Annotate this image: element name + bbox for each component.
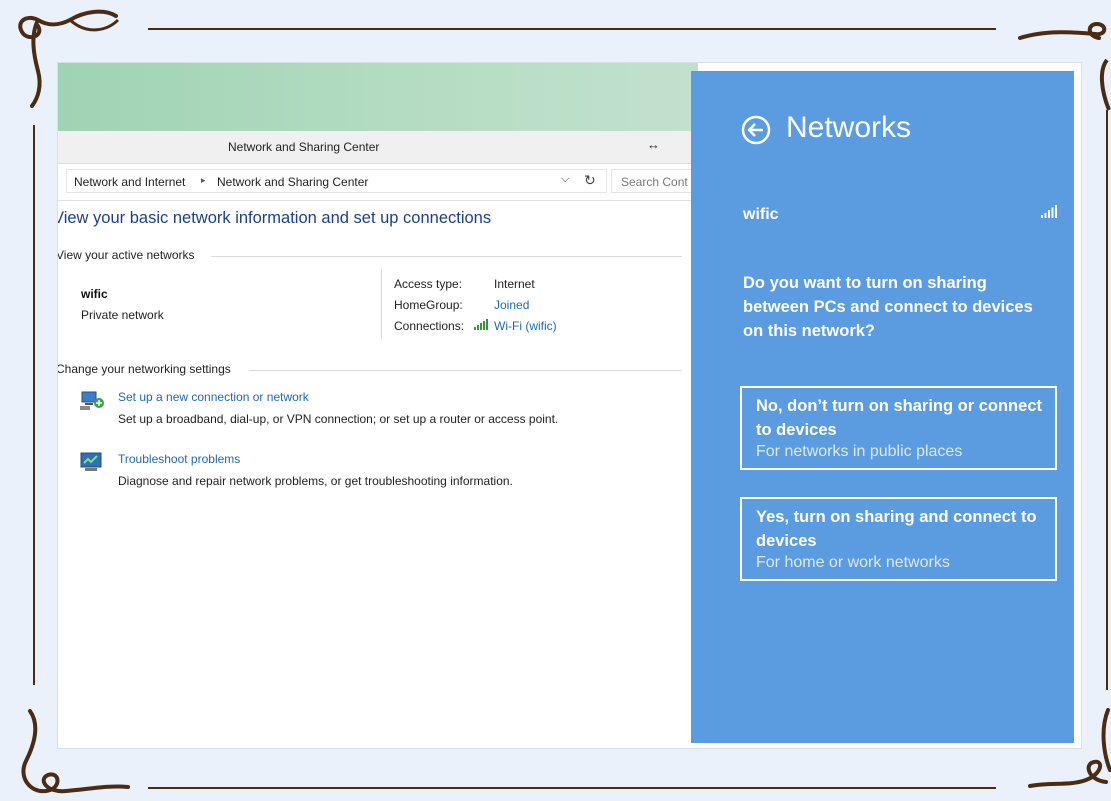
network-setup-icon bbox=[80, 391, 104, 410]
address-toolbar: Network and Internet ▸ Network and Shari… bbox=[58, 164, 701, 201]
active-networks-label: View your active networks bbox=[58, 248, 195, 262]
no-sharing-option-title: No, don’t turn on sharing or connect to … bbox=[756, 397, 1042, 439]
frame-top-line bbox=[148, 28, 996, 30]
sharing-question: Do you want to turn on sharing between P… bbox=[743, 274, 1033, 340]
networks-charm-panel: Networks wific Do you want to turn on sh… bbox=[691, 71, 1074, 743]
no-sharing-option-subtitle: For networks in public places bbox=[756, 443, 963, 460]
wifi-signal-icon bbox=[474, 319, 488, 330]
yes-sharing-option-subtitle: For home or work networks bbox=[756, 554, 950, 571]
frame-bottom-line bbox=[148, 787, 996, 789]
yes-sharing-option[interactable]: Yes, turn on sharing and connect to devi… bbox=[740, 497, 1057, 581]
access-type-label: Access type: bbox=[394, 277, 463, 291]
homegroup-label: HomeGroup: bbox=[394, 298, 463, 312]
access-type-value: Internet bbox=[494, 277, 535, 291]
resize-icon[interactable]: ↔ bbox=[647, 137, 660, 152]
connections-label: Connections: bbox=[394, 319, 465, 333]
desktop-background bbox=[58, 63, 698, 131]
setup-connection-description: Set up a broadband, dial-up, or VPN conn… bbox=[118, 412, 559, 426]
troubleshoot-icon bbox=[80, 452, 102, 471]
search-input[interactable]: Search Cont bbox=[611, 169, 701, 193]
window-titlebar[interactable]: Network and Sharing Center ↔ bbox=[58, 131, 692, 164]
active-networks-divider bbox=[211, 256, 682, 257]
homegroup-link[interactable]: Joined bbox=[494, 298, 529, 312]
signal-strength-icon bbox=[1041, 205, 1057, 218]
setup-connection-link[interactable]: Set up a new connection or network bbox=[118, 390, 309, 404]
refresh-icon[interactable]: ↻ bbox=[584, 172, 596, 189]
no-sharing-option[interactable]: No, don’t turn on sharing or connect to … bbox=[740, 386, 1057, 470]
breadcrumb-network-and-internet[interactable]: Network and Internet bbox=[74, 175, 185, 189]
troubleshoot-link[interactable]: Troubleshoot problems bbox=[118, 452, 240, 466]
chevron-down-icon[interactable]: ⌵ bbox=[561, 173, 569, 186]
charm-title: Networks bbox=[786, 111, 912, 144]
frame-left-line bbox=[33, 125, 35, 685]
connection-link[interactable]: Wi-Fi (wific) bbox=[494, 319, 557, 333]
settings-label: Change your networking settings bbox=[58, 362, 231, 376]
window-title: Network and Sharing Center bbox=[228, 140, 380, 154]
yes-sharing-option-title: Yes, turn on sharing and connect to devi… bbox=[756, 508, 1037, 550]
page-title: View your basic network information and … bbox=[58, 209, 492, 227]
network-ssid: wific bbox=[743, 206, 779, 223]
frame-right-line bbox=[1106, 110, 1108, 690]
network-name: wific bbox=[81, 287, 108, 301]
back-arrow-icon[interactable] bbox=[741, 115, 771, 145]
settings-divider bbox=[249, 370, 682, 371]
breadcrumb-network-and-sharing-center[interactable]: Network and Sharing Center bbox=[217, 175, 368, 189]
breadcrumb-separator-icon[interactable]: ▸ bbox=[201, 175, 206, 186]
troubleshoot-description: Diagnose and repair network problems, or… bbox=[118, 474, 513, 488]
network-type: Private network bbox=[81, 308, 164, 322]
network-divider bbox=[381, 269, 382, 339]
screenshot: Network and Sharing Center ↔ Network and… bbox=[58, 63, 1081, 748]
